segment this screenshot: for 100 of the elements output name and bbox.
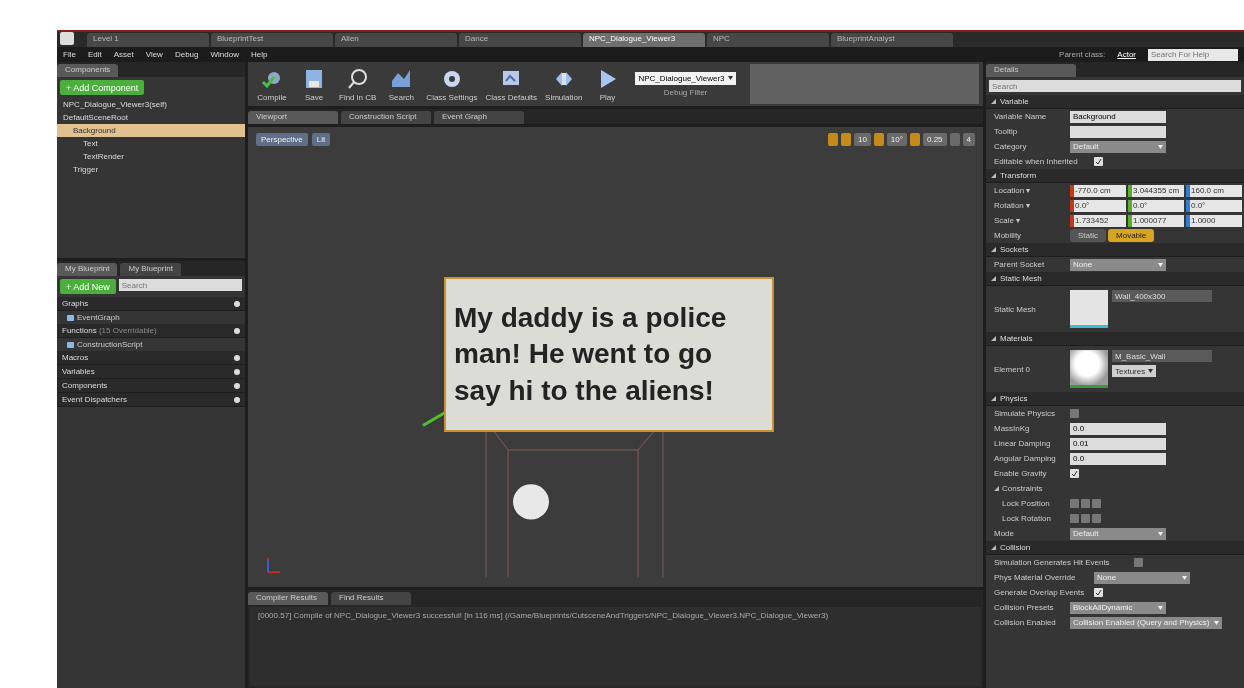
- editor-tab[interactable]: Construction Script: [341, 111, 431, 124]
- menu-item[interactable]: View: [145, 50, 163, 59]
- section-header[interactable]: Macros: [57, 351, 245, 365]
- textures-button[interactable]: Textures: [1112, 365, 1157, 377]
- document-tab[interactable]: BlueprintAnalyst: [831, 33, 953, 47]
- checkbox[interactable]: [1070, 514, 1079, 523]
- collapse-icon[interactable]: [991, 336, 996, 341]
- document-tab[interactable]: NPC: [707, 33, 829, 47]
- document-tab[interactable]: NPC_Dialogue_Viewer3: [583, 33, 705, 47]
- toolbar-button[interactable]: Class Settings: [423, 64, 481, 104]
- section-header[interactable]: Functions (15 Overridable): [57, 324, 245, 338]
- mobility-option[interactable]: Static: [1070, 229, 1106, 242]
- add-icon[interactable]: [234, 300, 240, 307]
- sphere-drawing: [513, 484, 549, 520]
- panel-tab[interactable]: Components: [57, 64, 119, 77]
- property-field[interactable]: [1070, 125, 1166, 138]
- menu-item[interactable]: File: [63, 50, 76, 59]
- tree-item[interactable]: NPC_Dialogue_Viewer3(self): [57, 98, 245, 111]
- checkbox[interactable]: [1081, 514, 1090, 523]
- property-label: Angular Damping: [994, 454, 1057, 463]
- snap-icon[interactable]: [827, 133, 838, 146]
- menu-item[interactable]: Window: [210, 50, 239, 59]
- output-tab[interactable]: Compiler Results: [248, 592, 328, 605]
- tree-item[interactable]: Text: [57, 137, 245, 150]
- viewport-button[interactable]: Lit: [311, 133, 331, 146]
- tree-item[interactable]: Trigger: [57, 163, 245, 176]
- section-header[interactable]: Components: [57, 379, 245, 393]
- graph-item[interactable]: ConstructionScript: [57, 338, 245, 351]
- panel-tab[interactable]: My Blueprint: [120, 263, 181, 276]
- toolbar-button[interactable]: Search: [381, 64, 422, 104]
- section-title: Functions (15 Overridable): [62, 326, 157, 335]
- section-header[interactable]: Variables: [57, 365, 245, 379]
- property-field[interactable]: 0.01: [1070, 437, 1166, 450]
- help-search-field[interactable]: Search For Help: [1148, 48, 1238, 61]
- property-field[interactable]: 0.0: [1070, 422, 1166, 435]
- asset-dropdown[interactable]: Wall_400x300: [1112, 290, 1212, 302]
- menu-item[interactable]: Edit: [87, 50, 102, 59]
- caret-icon: [1158, 262, 1163, 267]
- snap-value[interactable]: 0.25: [922, 133, 947, 146]
- property-label: Variable Name: [994, 112, 1048, 121]
- editor-tab[interactable]: Viewport: [248, 111, 338, 124]
- collapse-icon[interactable]: [991, 173, 996, 178]
- toolbar-button[interactable]: Find in CB: [336, 64, 380, 104]
- checkbox[interactable]: [1070, 409, 1079, 418]
- snap-icon[interactable]: [909, 133, 920, 146]
- menu-item[interactable]: Help: [250, 50, 268, 59]
- collapse-icon[interactable]: [994, 486, 999, 491]
- checkbox[interactable]: [1081, 499, 1090, 508]
- editor-tab[interactable]: Event Graph: [434, 111, 524, 124]
- property-label: Editable when Inherited: [994, 157, 1079, 166]
- debug-filter-dropdown[interactable]: NPC_Dialogue_Viewer3: [635, 71, 736, 85]
- checkbox[interactable]: [1094, 157, 1103, 166]
- panel-tab[interactable]: Details: [986, 64, 1076, 77]
- section-header[interactable]: Event Dispatchers: [57, 393, 245, 407]
- collapse-icon[interactable]: [991, 99, 996, 104]
- tree-item[interactable]: TextRender: [57, 150, 245, 163]
- property-label: Collision Presets: [994, 603, 1055, 612]
- snap-icon[interactable]: [873, 133, 884, 146]
- checkbox[interactable]: [1134, 558, 1143, 567]
- sign-text: say hi to the aliens!: [454, 373, 715, 408]
- snap-value[interactable]: 4: [962, 133, 975, 146]
- search-field[interactable]: Search: [989, 80, 1241, 92]
- collapse-icon[interactable]: [991, 276, 996, 281]
- output-tab[interactable]: Find Results: [331, 592, 411, 605]
- collapse-icon[interactable]: [991, 247, 996, 252]
- toolbar-button[interactable]: Save: [294, 64, 334, 104]
- parent-class-link[interactable]: Actor: [1117, 50, 1136, 59]
- property-label: Mobility: [994, 231, 1023, 240]
- menu-item[interactable]: Asset: [113, 50, 134, 59]
- menu-item[interactable]: Debug: [174, 50, 199, 59]
- document-tab[interactable]: BlueprintTest: [211, 33, 333, 47]
- property-field[interactable]: Background: [1070, 110, 1166, 123]
- add-icon[interactable]: [234, 327, 240, 334]
- checkbox[interactable]: [1092, 499, 1101, 508]
- toolbar-button[interactable]: Simulation: [542, 64, 586, 104]
- checkbox[interactable]: [1094, 588, 1103, 597]
- toolbar-button[interactable]: Compile: [252, 64, 292, 104]
- document-tab[interactable]: Dance: [459, 33, 581, 47]
- collapse-icon[interactable]: [991, 396, 996, 401]
- tree-item[interactable]: Background: [57, 124, 245, 137]
- toolbar-button[interactable]: Play: [587, 64, 628, 104]
- toolbar-button[interactable]: Class Defaults: [482, 64, 541, 104]
- viewport-button[interactable]: Perspective: [256, 133, 308, 146]
- collapse-icon[interactable]: [991, 545, 996, 550]
- checkbox[interactable]: [1070, 499, 1079, 508]
- snap-value[interactable]: 10°: [886, 133, 907, 146]
- checkbox[interactable]: [1070, 469, 1079, 478]
- mobility-option[interactable]: Movable: [1108, 229, 1155, 242]
- search-field[interactable]: Search: [118, 279, 242, 291]
- document-tab[interactable]: Alien: [335, 33, 457, 47]
- document-tab[interactable]: Level 1: [87, 33, 209, 47]
- snap-icon[interactable]: [840, 133, 851, 146]
- property-field[interactable]: 0.0: [1070, 452, 1166, 465]
- checkbox[interactable]: [1092, 514, 1101, 523]
- graph-item[interactable]: EventGraph: [57, 311, 245, 324]
- panel-tab[interactable]: My Blueprint: [57, 263, 118, 276]
- section-header[interactable]: Graphs: [57, 297, 245, 311]
- snap-value[interactable]: 10: [853, 133, 871, 146]
- tree-item[interactable]: DefaultSceneRoot: [57, 111, 245, 124]
- asset-dropdown[interactable]: M_Basic_Wall: [1112, 350, 1212, 362]
